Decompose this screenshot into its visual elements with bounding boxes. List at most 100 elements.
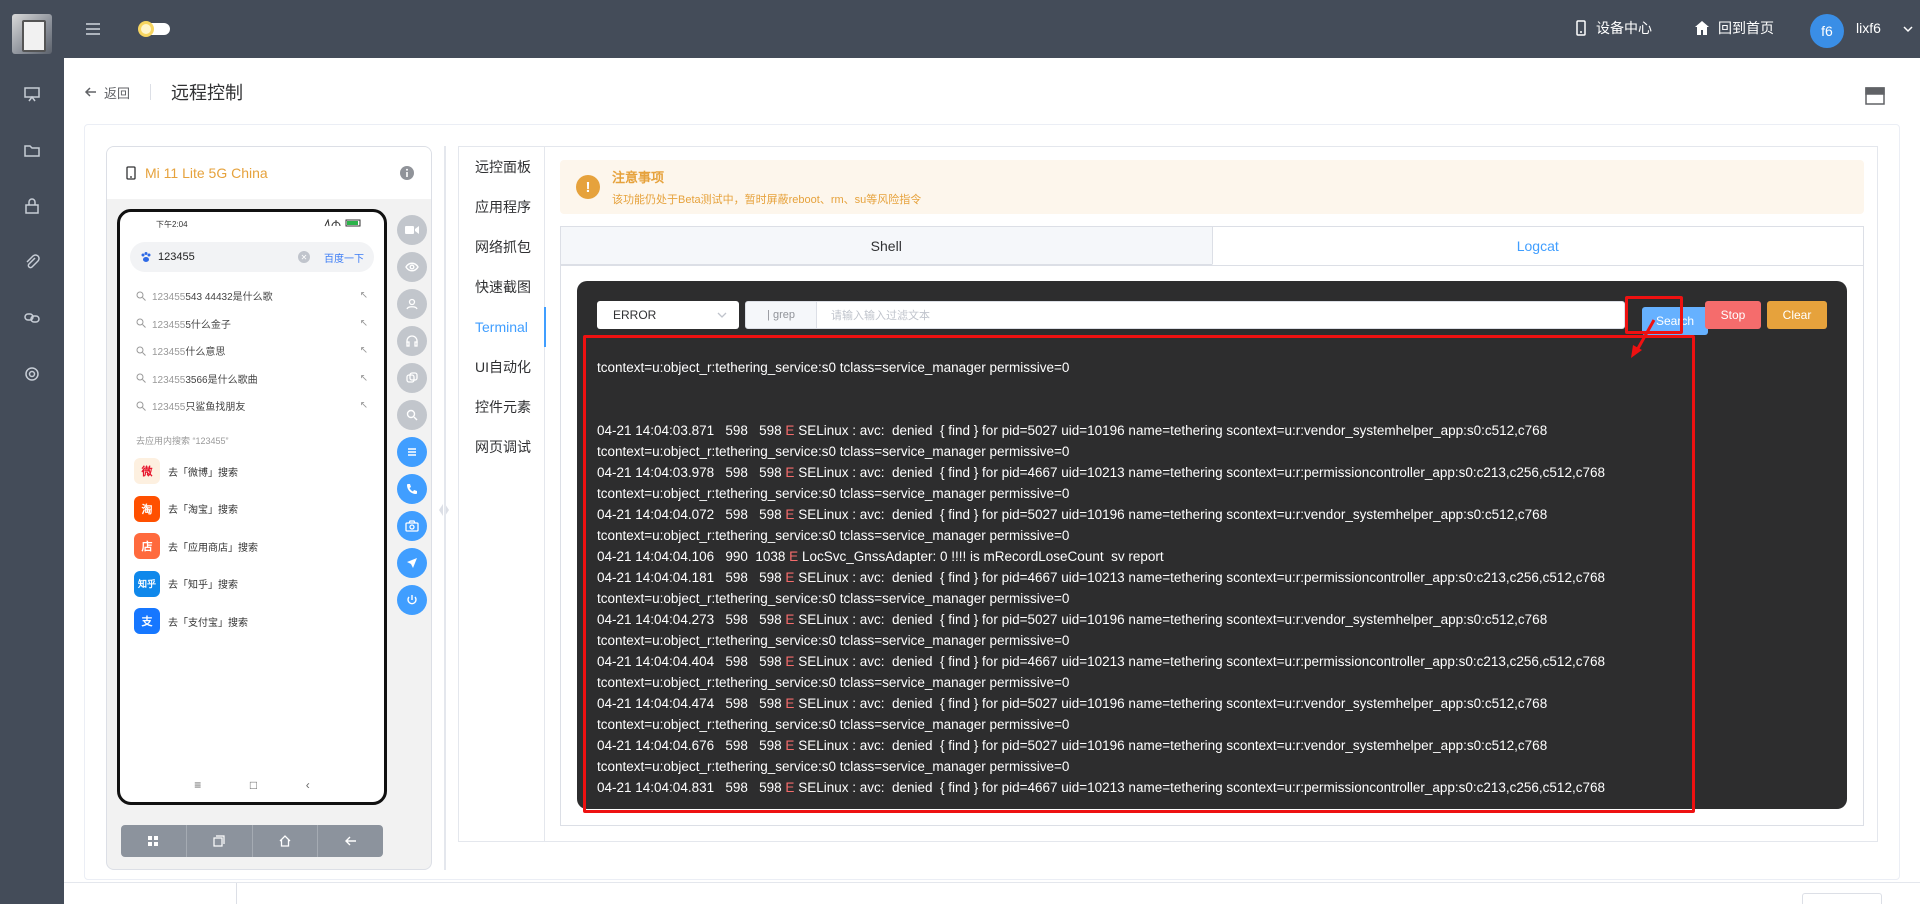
info-icon[interactable] — [399, 165, 415, 181]
home-icon[interactable] — [253, 825, 319, 857]
log-line: 04-21 14:04:04.106 990 1038 E LocSvc_Gns… — [597, 546, 1837, 567]
tab-widget-elements[interactable]: 控件元素 — [459, 387, 545, 427]
device-search-button[interactable]: 百度一下 — [324, 250, 364, 265]
log-level-select[interactable]: ERROR — [597, 301, 739, 329]
back-chevron-icon[interactable]: ‹ — [306, 778, 310, 792]
tab-applications[interactable]: 应用程序 — [459, 187, 545, 227]
arrow-up-left-icon[interactable]: ↖ — [360, 290, 368, 301]
tab-remote-panel[interactable]: 远控面板 — [459, 147, 545, 187]
log-prefix: 04-21 14:04:04.072 598 598 — [597, 507, 786, 522]
clear-icon[interactable]: ✕ — [298, 251, 310, 263]
app-search-item[interactable]: 知乎 去「知乎」搜索 — [120, 565, 384, 603]
chevron-down-icon[interactable] — [1902, 22, 1914, 34]
tab-quick-screenshot[interactable]: 快速截图 — [459, 267, 545, 307]
arrow-left-icon[interactable] — [318, 825, 383, 857]
device-search-bar[interactable]: 123455 ✕ 百度一下 — [130, 242, 374, 272]
eye-icon[interactable] — [397, 252, 427, 282]
phone-call-icon[interactable] — [397, 474, 427, 504]
log-line-continuation: tcontext=u:object_r:tethering_service:s0… — [597, 486, 1070, 501]
recent-apps-icon[interactable] — [187, 825, 253, 857]
stop-button[interactable]: Stop — [1705, 301, 1761, 329]
log-output: tcontext=u:object_r:tethering_service:s0… — [597, 329, 1837, 799]
device-screen[interactable]: 下午2:04 123455 ✕ 百度一下 123455543 44432是什么歌… — [117, 209, 387, 805]
in-app-search-heading: 去应用内搜索 “123455” — [136, 435, 229, 446]
device-name: Mi 11 Lite 5G China — [145, 165, 268, 181]
home-label: 回到首页 — [1718, 20, 1774, 36]
log-prefix: 04-21 14:04:04.831 598 598 — [597, 780, 786, 795]
breadcrumb-divider — [150, 84, 152, 100]
tab-web-debug[interactable]: 网页调试 — [459, 427, 545, 467]
log-prefix: 04-21 14:04:04.106 990 1038 — [597, 549, 790, 564]
footer-control — [1802, 893, 1882, 904]
log-line-continuation: tcontext=u:object_r:tethering_service:s0… — [597, 717, 1070, 732]
send-icon[interactable] — [397, 548, 427, 578]
arrow-up-left-icon[interactable]: ↖ — [360, 400, 368, 411]
log-message: SELinux : avc: denied { find } for pid=5… — [794, 612, 1548, 627]
tab-ui-automation[interactable]: UI自动化 — [459, 347, 545, 387]
nav-link-icon[interactable] — [20, 306, 44, 330]
menu-icon[interactable]: ≡ — [194, 778, 201, 792]
log-prefix: 04-21 14:04:04.474 598 598 — [597, 696, 786, 711]
search-icon[interactable] — [397, 400, 427, 430]
log-line: 04-21 14:04:04.831 598 598 E SELinux : a… — [597, 777, 1837, 798]
device-search-query: 123455 — [158, 251, 195, 263]
nav-dashboard-icon[interactable] — [20, 82, 44, 106]
filter-text-input[interactable]: 请输入输入过滤文本 — [817, 301, 1625, 329]
headset-icon[interactable] — [397, 326, 427, 356]
suggestion-item[interactable]: 123455什么意思 ↖ — [120, 337, 384, 365]
layout-toggle-icon[interactable] — [1865, 86, 1885, 106]
alert-title: 注意事项 — [612, 170, 665, 185]
arrow-up-left-icon[interactable]: ↖ — [360, 318, 368, 329]
status-bar: 下午2:04 — [120, 212, 384, 236]
home-link[interactable]: 回到首页 — [1694, 18, 1774, 38]
search-icon — [136, 291, 146, 301]
power-icon[interactable] — [397, 585, 427, 615]
vertical-tab-list: 远控面板 应用程序 网络抓包 快速截图 Terminal UI自动化 控件元素 … — [459, 147, 546, 841]
app-search-item[interactable]: 店 去「应用商店」搜索 — [120, 528, 384, 566]
tab-logcat[interactable]: Logcat — [1211, 227, 1863, 265]
alert-description: 该功能仍处于Beta测试中，暂时屏蔽reboot、rm、su等风险指令 — [612, 194, 922, 206]
app-search-list: 微 去「微博」搜索 淘 去「淘宝」搜索 店 去「应用商店」搜索 知乎 去「知乎」… — [120, 453, 384, 641]
suggestion-item[interactable]: 123455只鲨鱼找朋友 ↖ — [120, 392, 384, 420]
device-center-link[interactable]: 设备中心 — [1574, 18, 1652, 38]
nav-settings-icon[interactable] — [20, 362, 44, 386]
arrow-up-left-icon[interactable]: ↖ — [360, 373, 368, 384]
log-line: 04-21 14:04:04.072 598 598 E SELinux : a… — [597, 504, 1837, 525]
list-icon[interactable] — [397, 437, 427, 467]
phone-icon — [1576, 20, 1586, 36]
username[interactable]: lixf6 — [1856, 20, 1881, 36]
nav-folder-icon[interactable] — [20, 138, 44, 162]
home-square-icon[interactable]: □ — [250, 778, 257, 792]
record-video-icon[interactable] — [397, 215, 427, 245]
log-line: 04-21 14:04:03.978 598 598 E SELinux : a… — [597, 462, 1837, 483]
suggestion-item[interactable]: 1234555什么金子 ↖ — [120, 310, 384, 338]
avatar[interactable]: f6 — [1810, 14, 1844, 48]
grid-icon[interactable] — [121, 825, 187, 857]
theme-toggle[interactable] — [136, 20, 172, 38]
tab-terminal[interactable]: Terminal — [459, 307, 546, 347]
log-message: SELinux : avc: denied { find } for pid=4… — [794, 780, 1605, 795]
hamburger-icon[interactable] — [84, 20, 102, 38]
clear-button[interactable]: Clear — [1767, 301, 1827, 329]
suggestion-item[interactable]: 123455543 44432是什么歌 ↖ — [120, 282, 384, 310]
nav-attachment-icon[interactable] — [20, 250, 44, 274]
app-search-item[interactable]: 淘 去「淘宝」搜索 — [120, 490, 384, 528]
copy-icon[interactable] — [397, 363, 427, 393]
remote-control-page: { "topbar": { "device_center": "设备中心", "… — [0, 0, 1920, 904]
suggestion-highlight: 123455 — [152, 319, 186, 331]
user-icon[interactable] — [397, 289, 427, 319]
suggestion-item[interactable]: 1234553566是什么歌曲 ↖ — [120, 365, 384, 393]
app-search-item[interactable]: 支 去「支付宝」搜索 — [120, 603, 384, 641]
camera-icon[interactable] — [397, 511, 427, 541]
nav-lock-icon[interactable] — [20, 194, 44, 218]
suggestion-highlight: 123455 — [152, 402, 186, 414]
app-search-item[interactable]: 微 去「微博」搜索 — [120, 453, 384, 491]
log-line-partial: tcontext=u:object_r:tethering_service:s0… — [597, 360, 1070, 375]
tab-packet-capture[interactable]: 网络抓包 — [459, 227, 545, 267]
arrow-up-left-icon[interactable]: ↖ — [360, 345, 368, 356]
tab-shell[interactable]: Shell — [561, 227, 1212, 265]
logcat-terminal: ERROR | grep 请输入输入过滤文本 Search Stop Clear… — [577, 281, 1847, 809]
grep-label: | grep — [745, 301, 817, 329]
back-button[interactable]: 返回 — [84, 83, 130, 102]
suggestion-highlight: 123455 — [152, 292, 186, 304]
